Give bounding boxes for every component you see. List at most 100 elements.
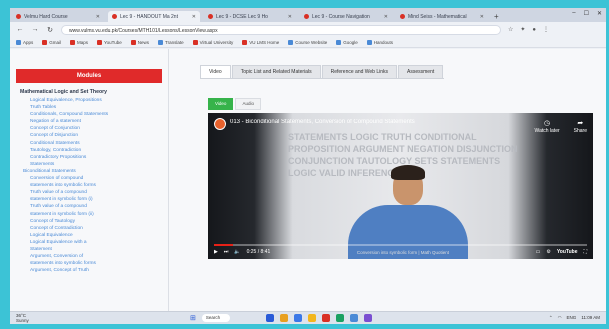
content-tab[interactable]: Assessment xyxy=(398,65,444,78)
module-list-item[interactable]: Conditional Statements xyxy=(18,140,160,147)
module-list-item[interactable]: Logical Equivalence, Propositions xyxy=(18,97,160,104)
module-list-item[interactable]: statements into symbolic forms xyxy=(18,260,160,267)
weather-widget[interactable]: 36°C Sunny xyxy=(16,313,29,323)
close-window-button[interactable]: ✕ xyxy=(597,10,602,17)
module-list-item[interactable]: Statements xyxy=(18,161,160,168)
clock[interactable]: 11:09 AM xyxy=(581,315,600,321)
minimize-button[interactable]: – xyxy=(572,10,575,17)
taskbar-app-icon[interactable] xyxy=(266,314,275,322)
browser-tab[interactable]: Lec 9 - Course Navigation ✕ xyxy=(300,11,392,22)
watch-later-button[interactable]: ◷ Watch later xyxy=(535,119,560,134)
windows-start-icon[interactable]: ⊞ xyxy=(190,314,196,322)
module-list-item[interactable]: Argument, Conversion of xyxy=(18,253,160,260)
module-list-item[interactable]: Conditionals, Compound Statements xyxy=(18,111,160,118)
bookmark-item[interactable]: Virtual University xyxy=(192,39,233,45)
module-list-item[interactable]: Logical Equivalence xyxy=(18,232,160,239)
taskbar-app-icon[interactable] xyxy=(308,314,317,322)
menu-icon[interactable]: ⋮ xyxy=(543,26,549,33)
video-title[interactable]: 013 - Biconditional Statements, Conversi… xyxy=(230,119,530,125)
settings-gear-icon[interactable]: ⚙ xyxy=(546,249,550,255)
taskbar-search[interactable]: Search xyxy=(201,314,231,322)
module-list-item[interactable]: statement in symbolic form (ii) xyxy=(18,211,160,218)
module-list-item[interactable]: Logical Equivalence with a xyxy=(18,239,160,246)
module-list-item[interactable]: Concept of Tautology xyxy=(18,218,160,225)
language-indicator[interactable]: ENG xyxy=(567,315,577,321)
channel-avatar[interactable] xyxy=(214,118,226,130)
taskbar-app-icon[interactable] xyxy=(280,314,289,322)
reload-icon[interactable]: ↻ xyxy=(46,26,54,34)
browser-tab[interactable]: Lec 9 - DCSE Lec 9 Ho ✕ xyxy=(204,11,296,22)
tab-title: Mind Seiss - Mathematical xyxy=(408,13,467,20)
media-pill[interactable]: Video xyxy=(208,98,234,110)
module-list-item[interactable]: Contradictory Propositions xyxy=(18,154,160,161)
close-tab-icon[interactable]: ✕ xyxy=(192,14,196,20)
content-tab[interactable]: Topic List and Related Materials xyxy=(231,65,321,78)
taskbar-app-icon[interactable] xyxy=(336,314,345,322)
tray-chevron-icon[interactable]: ⌃ xyxy=(549,315,553,321)
forward-arrow-icon[interactable]: → xyxy=(31,26,39,33)
module-list-item[interactable]: Argument, Concept of Truth xyxy=(18,267,160,274)
module-section-title[interactable]: Mathematical Logic and Set Theory xyxy=(20,89,160,95)
video-player[interactable]: STATEMENTS LOGIC TRUTH CONDITIONAL PROPO… xyxy=(208,113,593,259)
volume-icon[interactable]: 🔈 xyxy=(234,249,240,255)
bookmark-item[interactable]: Translate xyxy=(158,39,184,45)
bookmark-item[interactable]: News xyxy=(130,39,149,45)
url-input[interactable]: www.vulms.vu.edu.pk/Courses/MTH101/Lesso… xyxy=(61,24,501,35)
close-tab-icon[interactable]: ✕ xyxy=(480,14,484,20)
subtitles-icon[interactable]: ▭ xyxy=(536,249,541,255)
module-list-item[interactable]: Concept of Disjunction xyxy=(18,132,160,139)
youtube-logo[interactable]: YouTube xyxy=(557,249,578,255)
extensions-icon[interactable]: ✦ xyxy=(520,26,525,33)
bookmark-item[interactable]: Handouts xyxy=(366,39,393,45)
close-tab-icon[interactable]: ✕ xyxy=(384,14,388,20)
play-icon[interactable]: ▶ xyxy=(214,249,218,255)
bookmark-label: Gmail xyxy=(49,39,62,45)
windows-taskbar: 36°C Sunny ⊞ Search ⌃ ◠ ENG 11:09 AM xyxy=(10,311,606,324)
bookmark-item[interactable]: Gmail xyxy=(42,39,62,45)
next-icon[interactable]: ⏭ xyxy=(224,249,229,255)
profile-icon[interactable]: ● xyxy=(532,27,536,33)
content-tab[interactable]: Reference and Web Links xyxy=(321,65,398,78)
wifi-icon[interactable]: ◠ xyxy=(558,315,562,321)
back-arrow-icon[interactable]: ← xyxy=(16,26,24,33)
taskbar-app-icon[interactable] xyxy=(322,314,331,322)
browser-tab[interactable]: Lec 9 - HANDOUT Ma 2nt ✕ xyxy=(108,11,200,22)
bookmark-favicon-icon xyxy=(336,39,342,45)
window-controls: – ☐ ✕ xyxy=(572,10,602,17)
taskbar-app-icon[interactable] xyxy=(364,314,373,322)
bookmark-item[interactable]: VU LMS Home xyxy=(242,39,279,45)
module-list-item[interactable]: Truth Tables xyxy=(18,104,160,111)
share-button[interactable]: ➦ Share xyxy=(574,119,587,134)
module-list-item[interactable]: Truth value of a compound xyxy=(18,189,160,196)
fullscreen-icon[interactable]: ⛶ xyxy=(584,249,588,255)
module-list-item[interactable]: Statement xyxy=(18,246,160,253)
bookmark-item[interactable]: Apps xyxy=(16,39,33,45)
module-list-item[interactable]: Concept of Conjunction xyxy=(18,125,160,132)
taskbar-app-icon[interactable] xyxy=(294,314,303,322)
bookmark-item[interactable]: Google xyxy=(336,39,358,45)
module-list-item[interactable]: Truth value of a compound xyxy=(18,203,160,210)
new-tab-button[interactable]: + xyxy=(494,11,499,22)
video-progress-bar[interactable] xyxy=(214,244,587,246)
close-tab-icon[interactable]: ✕ xyxy=(96,14,100,20)
bookmark-item[interactable]: Course Website xyxy=(288,39,327,45)
taskbar-app-icon[interactable] xyxy=(350,314,359,322)
bookmark-item[interactable]: YouTube xyxy=(97,39,122,45)
bookmark-item[interactable]: Maps xyxy=(70,39,88,45)
module-list-item[interactable]: Concept of Contradiction xyxy=(18,225,160,232)
close-tab-icon[interactable]: ✕ xyxy=(288,14,292,20)
module-list-item[interactable]: statements into symbolic forms xyxy=(18,182,160,189)
module-list-item[interactable]: statement in symbolic form (i) xyxy=(18,196,160,203)
maximize-button[interactable]: ☐ xyxy=(584,10,589,17)
module-list-item[interactable]: Conversion of compound xyxy=(18,175,160,182)
module-list-item[interactable]: Biconditional Statements xyxy=(18,168,160,175)
module-list-item[interactable]: Negation of a statement xyxy=(18,118,160,125)
module-list-item[interactable]: Tautology, Contradiction xyxy=(18,147,160,154)
browser-tab[interactable]: Mind Seiss - Mathematical ✕ xyxy=(396,11,488,22)
content-tab[interactable]: Video xyxy=(200,65,231,78)
media-pill[interactable]: Audio xyxy=(235,98,261,110)
tab-favicon-icon xyxy=(304,14,309,19)
bookmarks-bar: Apps Gmail Maps YouTube News Translate Virtual… xyxy=(10,37,606,48)
star-icon[interactable]: ☆ xyxy=(508,26,513,33)
browser-tab[interactable]: Velmu Hard Course ✕ xyxy=(12,11,104,22)
